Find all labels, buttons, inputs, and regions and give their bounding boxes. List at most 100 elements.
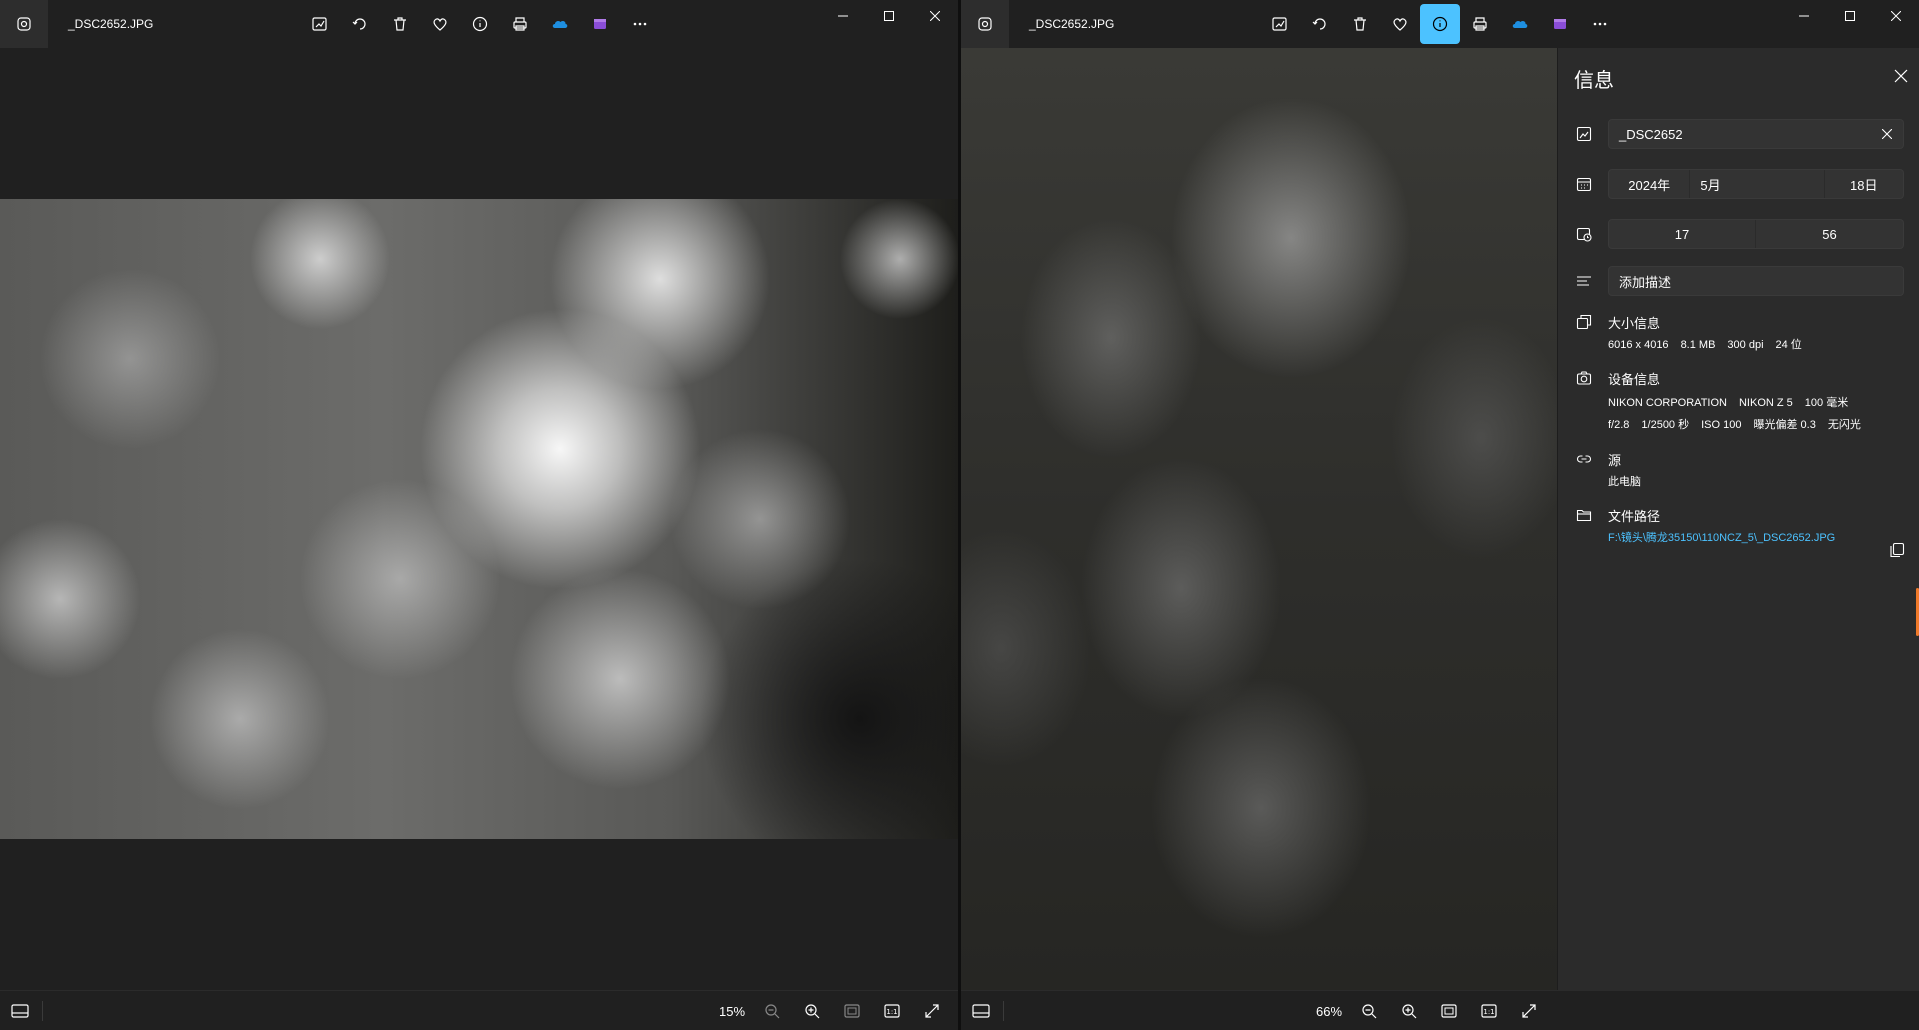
info-panel-title: 信息 — [1574, 70, 1614, 92]
info-icon[interactable] — [1420, 4, 1460, 44]
edit-image-icon[interactable] — [300, 4, 340, 44]
link-icon — [1574, 449, 1594, 469]
zoom-out-icon[interactable] — [1349, 991, 1389, 1030]
info-panel: 信息 _DSC2652 2024年 5月 18日 17 56 添加描述 大小信息 — [1557, 48, 1919, 990]
description-icon — [1574, 271, 1594, 291]
zoom-level: 15% — [718, 1003, 746, 1019]
file-name: _DSC2652.JPG — [68, 17, 154, 31]
folder-icon — [1574, 505, 1594, 525]
filmstrip-icon[interactable] — [8, 999, 32, 1023]
calendar-icon — [1574, 174, 1594, 194]
onedrive-icon[interactable] — [1500, 4, 1540, 44]
image-canvas[interactable]: 信息 _DSC2652 2024年 5月 18日 17 56 添加描述 大小信息 — [961, 48, 1919, 990]
favorite-icon[interactable] — [1380, 4, 1420, 44]
zoom-level: 66% — [1315, 1003, 1343, 1019]
time-icon — [1574, 224, 1594, 244]
file-name: _DSC2652.JPG — [1029, 17, 1115, 31]
clipchamp-icon[interactable] — [580, 4, 620, 44]
zoom-in-icon[interactable] — [792, 991, 832, 1030]
time-field[interactable]: 17 56 — [1608, 219, 1904, 249]
camera-make: NIKON CORPORATION — [1608, 397, 1727, 409]
status-separator — [1003, 1001, 1004, 1021]
size-info-title: 大小信息 — [1608, 316, 1661, 331]
close-panel-icon[interactable] — [1889, 64, 1913, 88]
file-size: 8.1 MB — [1680, 339, 1716, 351]
date-year[interactable]: 2024年 — [1609, 170, 1691, 198]
camera-info-line2: f/2.8 1/2500 秒 ISO 100 曝光偏差 0.3 无闪光 — [1608, 416, 1873, 432]
exposure-bias: 曝光偏差 0.3 — [1753, 419, 1816, 431]
source-value: 此电脑 — [1608, 476, 1641, 488]
title-bar: _DSC2652.JPG — [0, 0, 958, 48]
file-path-link[interactable]: F:\镜头\腾龙35150\110NCZ_5\_DSC2652.JPG — [1608, 529, 1835, 545]
print-icon[interactable] — [500, 4, 540, 44]
image-canvas[interactable] — [0, 48, 958, 990]
shutter-speed: 1/2500 秒 — [1641, 419, 1690, 431]
status-bar: 66% 1:1 — [961, 990, 1919, 1030]
source-title: 源 — [1608, 453, 1622, 468]
close-icon[interactable] — [912, 0, 958, 32]
toolbar — [1260, 4, 1620, 44]
description-input[interactable]: 添加描述 — [1608, 266, 1904, 296]
image-dpi: 300 dpi — [1727, 339, 1764, 351]
delete-icon[interactable] — [1340, 4, 1380, 44]
photo-bokeh — [0, 199, 958, 839]
toolbar — [300, 4, 660, 44]
fit-to-window-icon[interactable] — [832, 991, 872, 1030]
window-controls — [1781, 0, 1919, 32]
focal-length: 100 毫米 — [1804, 397, 1849, 409]
minimize-icon[interactable] — [820, 0, 866, 32]
fullscreen-icon[interactable] — [1509, 991, 1549, 1030]
print-icon[interactable] — [1460, 4, 1500, 44]
name-field[interactable]: _DSC2652 — [1608, 119, 1904, 149]
fit-to-window-icon[interactable] — [1429, 991, 1469, 1030]
photos-window-right: _DSC2652.JPG 信息 _DSC2652 2024年 5月 18日 17… — [961, 0, 1919, 1030]
clear-name-icon[interactable] — [1879, 126, 1895, 142]
aperture: f/2.8 — [1608, 419, 1630, 431]
status-bar: 15% 1:1 — [0, 990, 958, 1030]
bit-depth: 24 位 — [1775, 339, 1802, 351]
fullscreen-icon[interactable] — [912, 991, 952, 1030]
rotate-icon[interactable] — [1300, 4, 1340, 44]
more-icon[interactable] — [620, 4, 660, 44]
actual-size-icon[interactable]: 1:1 — [872, 991, 912, 1030]
date-field[interactable]: 2024年 5月 18日 — [1608, 169, 1904, 199]
minimize-icon[interactable] — [1781, 0, 1827, 32]
edit-image-icon[interactable] — [1260, 4, 1300, 44]
close-icon[interactable] — [1873, 0, 1919, 32]
copy-icon[interactable] — [1885, 538, 1909, 562]
file-path-title: 文件路径 — [1608, 509, 1661, 524]
camera-icon — [1574, 368, 1594, 388]
camera-model: NIKON Z 5 — [1738, 397, 1793, 409]
time-minute[interactable]: 56 — [1756, 220, 1903, 248]
info-icon[interactable] — [460, 4, 500, 44]
clipchamp-icon[interactable] — [1540, 4, 1580, 44]
photo-bokeh — [961, 48, 1557, 990]
size-info-icon — [1574, 312, 1594, 332]
filmstrip-icon[interactable] — [969, 999, 993, 1023]
photos-app-icon[interactable] — [0, 0, 48, 48]
camera-info-line1: NIKON CORPORATION NIKON Z 5 100 毫米 — [1608, 394, 1860, 410]
title-bar: _DSC2652.JPG — [961, 0, 1919, 48]
actual-size-icon[interactable]: 1:1 — [1469, 991, 1509, 1030]
more-icon[interactable] — [1580, 4, 1620, 44]
status-separator — [42, 1001, 43, 1021]
photos-app-icon[interactable] — [961, 0, 1009, 48]
zoom-controls: 66% 1:1 — [1309, 991, 1549, 1030]
time-hour[interactable]: 17 — [1609, 220, 1756, 248]
photos-window-left: _DSC2652.JPG 15% 1:1 — [0, 0, 958, 1030]
date-day[interactable]: 18日 — [1825, 170, 1903, 198]
svg-text:1:1: 1:1 — [886, 1008, 897, 1016]
camera-info-title: 设备信息 — [1608, 372, 1661, 387]
delete-icon[interactable] — [380, 4, 420, 44]
onedrive-icon[interactable] — [540, 4, 580, 44]
zoom-out-icon[interactable] — [752, 991, 792, 1030]
date-month[interactable]: 5月 — [1690, 170, 1825, 198]
iso: ISO 100 — [1701, 419, 1742, 431]
maximize-icon[interactable] — [1827, 0, 1873, 32]
name-field-value: _DSC2652 — [1619, 126, 1683, 142]
maximize-icon[interactable] — [866, 0, 912, 32]
favorite-icon[interactable] — [420, 4, 460, 44]
rotate-icon[interactable] — [340, 4, 380, 44]
zoom-in-icon[interactable] — [1389, 991, 1429, 1030]
window-controls — [820, 0, 958, 32]
